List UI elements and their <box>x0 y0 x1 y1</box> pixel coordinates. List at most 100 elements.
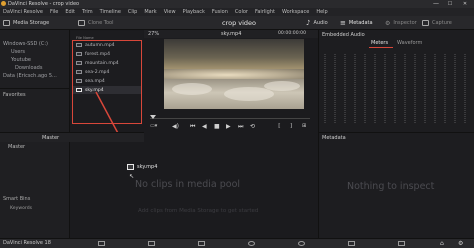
menu-bar: DaVinci Resolve File Edit Trim Timeline … <box>0 8 474 16</box>
audio-button[interactable]: ♪ Audio <box>306 18 328 28</box>
sidebar-item-users[interactable]: Users <box>11 49 25 55</box>
media-pool[interactable]: sky.mp4 ↖ No clips in media pool Add cli… <box>71 142 317 238</box>
sidebar-item-downloads[interactable]: Downloads <box>15 65 42 71</box>
audio-meter <box>354 54 356 124</box>
audio-meter <box>464 54 466 124</box>
media-page-icon[interactable] <box>98 241 105 246</box>
mark-in-icon[interactable]: ⟦ <box>278 123 280 129</box>
stop-icon[interactable]: ■ <box>214 123 220 130</box>
empty-pool-message: No clips in media pool <box>135 179 241 190</box>
sidebar-item-data[interactable]: Data (Ericsch.ago 5... <box>3 73 57 79</box>
menu-playback[interactable]: Playback <box>183 9 205 15</box>
master-header: Master <box>0 132 144 142</box>
bin-list-panel: Master Smart Bins Keywords <box>0 142 70 238</box>
menu-fusion[interactable]: Fusion <box>212 9 228 15</box>
tab-waveform[interactable]: Waveform <box>397 40 422 46</box>
fusion-page-icon[interactable] <box>248 241 255 246</box>
deliver-page-icon[interactable] <box>398 241 405 246</box>
audio-meter <box>424 54 426 124</box>
home-icon[interactable]: ⌂ <box>440 240 444 247</box>
project-title: crop video <box>222 19 257 27</box>
step-back-icon[interactable]: ◀ <box>202 123 207 130</box>
menu-timeline[interactable]: Timeline <box>100 9 121 15</box>
menu-help[interactable]: Help <box>316 9 327 15</box>
menu-davinci[interactable]: DaVinci Resolve <box>3 9 43 15</box>
metadata-title: Metadata <box>322 135 346 141</box>
smart-bins-title: Smart Bins <box>3 196 31 202</box>
mark-out-icon[interactable]: ⟧ <box>290 123 292 129</box>
clone-tool-label: Clone Tool <box>88 20 114 26</box>
play-icon[interactable]: ▶ <box>226 123 231 130</box>
match-frame-icon[interactable]: ⊞ <box>302 123 306 129</box>
embedded-audio-panel: Embedded Audio Meters Waveform <box>318 30 474 134</box>
master-label: Master <box>42 135 60 141</box>
loop-icon[interactable]: ⟲ <box>250 123 255 130</box>
clone-tool-icon <box>78 20 85 26</box>
audio-meter <box>414 54 416 124</box>
audio-meter <box>434 54 436 124</box>
next-frame-icon[interactable]: ⏭ <box>238 123 243 131</box>
inspector-button[interactable]: ⚙ Inspector <box>385 18 417 28</box>
audio-label: Audio <box>313 20 328 26</box>
sky-gradient <box>164 39 304 73</box>
capture-label: Capture <box>432 20 452 26</box>
menu-fairlight[interactable]: Fairlight <box>255 9 275 15</box>
menu-trim[interactable]: Trim <box>82 9 93 15</box>
smart-bin-keywords[interactable]: Keywords <box>10 206 32 211</box>
audio-meter <box>384 54 386 124</box>
resolve-logo-icon <box>1 1 6 6</box>
settings-gear-icon[interactable]: ⚙ <box>458 240 463 247</box>
fairlight-page-icon[interactable] <box>348 241 355 246</box>
audio-meter <box>394 54 396 124</box>
dragged-clip-name: sky.mp4 <box>137 164 158 170</box>
cloud <box>172 83 212 95</box>
video-frame <box>164 39 304 109</box>
sidebar-item-youtube[interactable]: Youtube <box>11 57 31 63</box>
metadata-button[interactable]: ≡ Metadata <box>340 18 373 28</box>
maximize-button[interactable]: ☐ <box>444 0 456 8</box>
menu-file[interactable]: File <box>50 9 58 15</box>
music-note-icon: ♪ <box>306 19 311 27</box>
inspector-icon: ⚙ <box>385 19 391 27</box>
audio-meter <box>364 54 366 124</box>
cloud-layer <box>164 79 304 109</box>
empty-pool-hint: Add clips from Media Storage to get star… <box>138 208 259 214</box>
app-version-label: DaVinci Resolve 18 <box>3 240 51 246</box>
menu-color[interactable]: Color <box>235 9 248 15</box>
menu-view[interactable]: View <box>164 9 176 15</box>
tab-meters[interactable]: Meters <box>371 40 388 46</box>
audio-meter <box>334 54 336 124</box>
color-page-icon[interactable] <box>298 241 305 246</box>
cut-page-icon[interactable] <box>148 241 155 246</box>
viewer-clip-name: sky.mp4 <box>221 31 242 37</box>
audio-icon[interactable]: ◀) <box>172 123 179 130</box>
favorites-title: Favorites <box>3 92 26 98</box>
zoom-level[interactable]: 27% <box>148 31 159 37</box>
toolbar: Media Storage Clone Tool crop video ♪ Au… <box>0 16 474 30</box>
minimize-button[interactable]: — <box>430 0 442 8</box>
audio-meter <box>444 54 446 124</box>
edit-page-icon[interactable] <box>198 241 205 246</box>
menu-edit[interactable]: Edit <box>65 9 75 15</box>
metadata-panel: Metadata Nothing to inspect <box>318 132 474 238</box>
menu-mark[interactable]: Mark <box>144 9 156 15</box>
menu-workspace[interactable]: Workspace <box>282 9 309 15</box>
media-storage-button[interactable]: Media Storage <box>3 18 49 28</box>
timeline-scrubber[interactable] <box>150 118 310 119</box>
storage-sidebar: Windows-SSD (C:) Users Youtube Downloads… <box>0 30 70 88</box>
mouse-cursor-icon: ↖ <box>129 173 135 180</box>
inspector-label: Inspector <box>393 20 417 26</box>
sidebar-item-windows-ssd[interactable]: Windows-SSD (C:) <box>3 41 48 47</box>
menu-clip[interactable]: Clip <box>128 9 137 15</box>
title-bar: DaVinci Resolve - crop video — ☐ ✕ <box>0 0 474 8</box>
close-button[interactable]: ✕ <box>459 0 471 8</box>
favorites-panel: Favorites <box>0 88 70 132</box>
media-storage-label: Media Storage <box>13 20 50 26</box>
bin-master[interactable]: Master <box>8 144 25 150</box>
active-tab-indicator <box>369 47 393 48</box>
capture-button[interactable]: Capture <box>422 18 452 28</box>
clone-tool-button[interactable]: Clone Tool <box>78 18 114 28</box>
nothing-to-inspect: Nothing to inspect <box>347 181 435 192</box>
prev-frame-icon[interactable]: ⏮ <box>190 123 195 131</box>
metadata-icon: ≡ <box>340 19 346 27</box>
